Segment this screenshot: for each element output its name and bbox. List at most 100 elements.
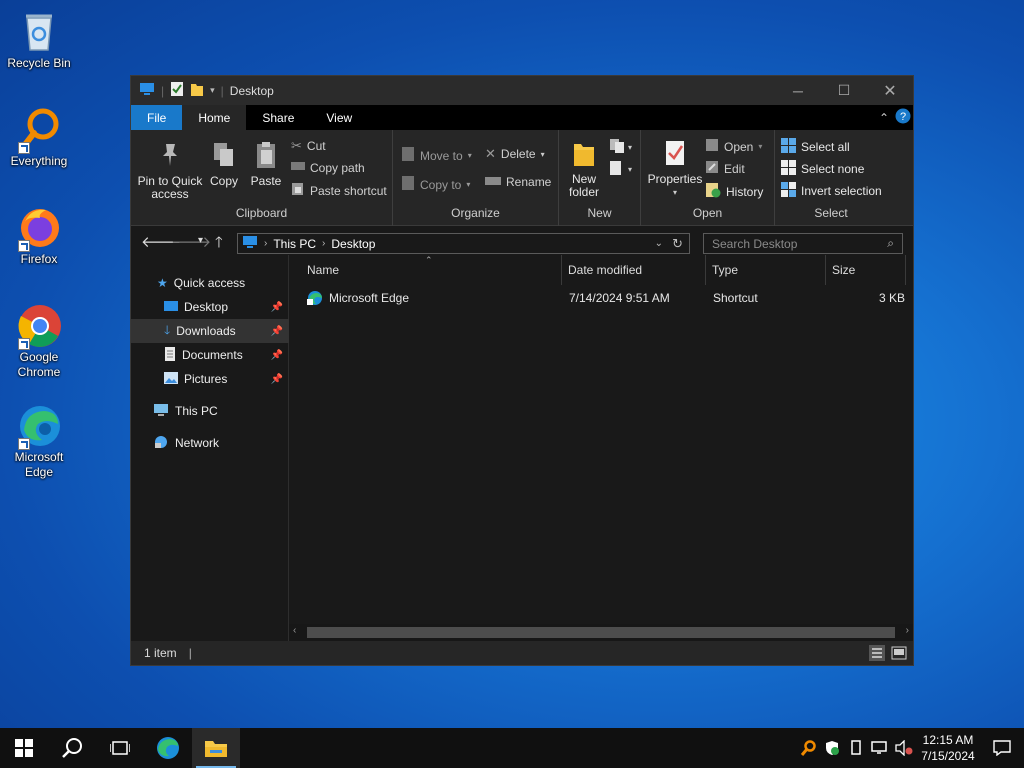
nav-item-pictures[interactable]: Pictures 📌 (131, 367, 289, 391)
edit-button[interactable]: Edit (705, 160, 745, 177)
edge-icon (16, 402, 62, 450)
paste-shortcut-icon (291, 182, 305, 199)
select-all-icon (781, 138, 796, 156)
chrome-icon (16, 302, 62, 350)
details-view-icon[interactable] (869, 645, 885, 661)
recent-locations-button[interactable]: ▾ (198, 235, 203, 246)
cut-button[interactable]: ✂ Cut (291, 138, 326, 154)
file-explorer-icon (205, 741, 227, 757)
usb-device-icon[interactable] (844, 740, 868, 756)
tab-share[interactable]: Share (246, 105, 310, 130)
column-header-size[interactable]: Size (826, 255, 906, 285)
security-shield-icon[interactable] (820, 740, 844, 756)
refresh-icon[interactable]: ↻ (672, 236, 683, 252)
horizontal-scrollbar[interactable]: ‹ › (289, 624, 913, 641)
action-center-button[interactable] (980, 740, 1024, 756)
breadcrumb-desktop[interactable]: Desktop (331, 237, 375, 251)
clock[interactable]: 12:15 AM 7/15/2024 (916, 732, 980, 764)
computer-icon (153, 403, 169, 420)
nav-item-desktop[interactable]: Desktop 📌 (131, 295, 289, 319)
desktop-icon-everything[interactable]: Everything (4, 106, 74, 169)
desktop-icon-edge[interactable]: Microsoft Edge (4, 402, 74, 480)
clock-time: 12:15 AM (922, 733, 974, 747)
tab-file[interactable]: File (131, 105, 183, 130)
up-button[interactable]: 🡑 (215, 232, 223, 257)
nav-item-downloads[interactable]: 🡓 Downloads 📌 (131, 319, 289, 343)
star-icon: ★ (157, 276, 168, 290)
forward-button[interactable]: 🡒 (171, 232, 211, 251)
title-bar[interactable]: | ▾ | Desktop ─ ☐ ✕ (131, 76, 913, 105)
recycle-bin-icon (16, 8, 62, 54)
copy-path-button[interactable]: Copy path (291, 160, 365, 175)
new-item-button[interactable]: ▾ (609, 138, 632, 157)
select-none-label: Select none (801, 162, 865, 176)
scrollbar-thumb[interactable] (307, 627, 895, 638)
tab-view[interactable]: View (310, 105, 368, 130)
dropdown-arrow-icon: ▾ (628, 143, 633, 152)
copy-button[interactable]: Copy (207, 140, 241, 188)
desktop-icon-chrome[interactable]: Google Chrome (4, 302, 74, 380)
help-icon[interactable]: ? (895, 108, 911, 127)
copy-path-icon (291, 160, 305, 175)
taskbar-edge[interactable] (144, 728, 192, 768)
collapse-ribbon-icon[interactable]: ⌃ (879, 111, 889, 125)
address-bar[interactable]: › This PC › Desktop ⌄ ↻ (237, 233, 690, 254)
close-button[interactable]: ✕ (867, 76, 913, 105)
search-input[interactable]: Search Desktop ⌕ (703, 233, 903, 254)
rename-button[interactable]: Rename (485, 175, 551, 189)
taskbar-file-explorer[interactable] (192, 728, 240, 768)
nav-item-documents[interactable]: Documents 📌 (131, 343, 289, 367)
pin-quick-access-button[interactable]: Pin to Quick access (135, 140, 205, 201)
nav-item-quick-access[interactable]: ★ Quick access (131, 271, 289, 295)
volume-muted-icon[interactable] (892, 740, 916, 756)
open-button[interactable]: Open ▾ (705, 138, 762, 155)
file-row[interactable]: Microsoft Edge 7/14/2024 9:51 AM Shortcu… (297, 287, 905, 309)
shortcut-arrow-icon (18, 338, 30, 350)
history-button[interactable]: History (705, 182, 763, 201)
column-header-name[interactable]: Name ⌃ (289, 255, 562, 285)
move-to-button[interactable]: Move to ▾ (401, 146, 472, 165)
easy-access-button[interactable]: ▾ (609, 160, 632, 179)
nav-item-network[interactable]: Network (131, 431, 289, 455)
start-button[interactable] (0, 728, 48, 768)
scroll-left-icon[interactable]: ‹ (293, 625, 296, 636)
notification-icon (993, 740, 1011, 756)
select-all-button[interactable]: Select all (781, 138, 850, 156)
new-folder-qa-icon[interactable] (190, 81, 204, 100)
properties-qa-icon[interactable] (170, 81, 184, 100)
nav-item-this-pc[interactable]: This PC (131, 399, 289, 423)
tab-home[interactable]: Home (182, 105, 247, 130)
desktop-icon-recycle-bin[interactable]: Recycle Bin (4, 8, 74, 71)
large-icons-view-icon[interactable] (891, 645, 907, 664)
group-clipboard: Pin to Quick access Copy Paste ✂ Cut Cop… (131, 130, 393, 226)
column-header-date[interactable]: Date modified (562, 255, 706, 285)
desktop-icon-label: Everything (10, 154, 68, 168)
properties-button[interactable]: Properties ▾ (647, 138, 703, 199)
ribbon-home: Pin to Quick access Copy Paste ✂ Cut Cop… (131, 130, 913, 226)
minimize-button[interactable]: ─ (775, 76, 821, 105)
properties-label: Properties (647, 172, 703, 186)
file-type: Shortcut (713, 291, 758, 305)
select-none-button[interactable]: Select none (781, 160, 864, 178)
desktop-icon-firefox[interactable]: Firefox (4, 204, 74, 267)
dropdown-arrow-icon: ▾ (467, 151, 472, 160)
new-folder-button[interactable]: New folder (561, 138, 607, 199)
network-icon[interactable] (868, 740, 892, 756)
paste-shortcut-button[interactable]: Paste shortcut (291, 182, 387, 199)
address-dropdown-icon[interactable]: ⌄ (655, 238, 663, 249)
delete-button[interactable]: ✕ Delete ▾ (485, 146, 545, 162)
invert-selection-button[interactable]: Invert selection (781, 182, 882, 200)
nav-label: Desktop (184, 300, 229, 314)
paste-icon (257, 142, 275, 168)
everything-tray-icon[interactable] (796, 740, 820, 756)
scroll-right-icon[interactable]: › (906, 625, 909, 636)
qa-customize-icon[interactable]: ▾ (210, 85, 215, 96)
copy-to-button[interactable]: Copy to ▾ (401, 175, 470, 194)
search-button[interactable] (48, 728, 96, 768)
shortcut-arrow-icon (18, 240, 30, 252)
maximize-button[interactable]: ☐ (821, 76, 867, 105)
breadcrumb-this-pc[interactable]: This PC (273, 237, 316, 251)
paste-button[interactable]: Paste (247, 140, 285, 188)
task-view-button[interactable] (96, 728, 144, 768)
column-header-type[interactable]: Type (706, 255, 826, 285)
